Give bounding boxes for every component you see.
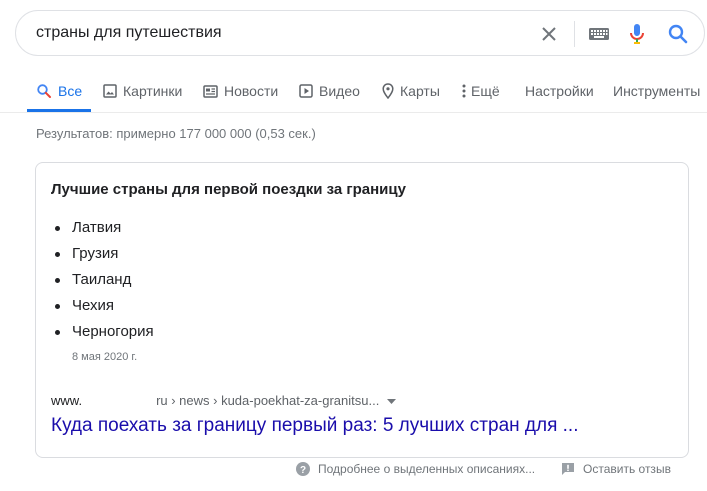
snippet-date: 8 мая 2020 г. xyxy=(72,351,138,363)
tab-more[interactable]: Ещё xyxy=(462,81,500,101)
result-url: www. ru › news › kuda-poekhat-za-granitsu… xyxy=(51,393,397,408)
feedback-icon xyxy=(562,463,574,475)
search-input[interactable]: страны для путешествия xyxy=(36,24,222,42)
result-link[interactable]: Куда поехать за границу первый раз: 5 лу… xyxy=(51,415,578,437)
news-icon xyxy=(203,84,218,98)
featured-snippet: Лучшие страны для первой поездки за гран… xyxy=(35,162,689,458)
search-icon[interactable] xyxy=(666,22,690,46)
help-icon: ? xyxy=(296,462,310,476)
list-item: Грузия xyxy=(51,241,154,267)
more-vert-icon xyxy=(462,84,466,98)
list-item: Чехия xyxy=(51,293,154,319)
feedback-label: Оставить отзыв xyxy=(583,462,671,476)
snippet-list: Латвия Грузия Таиланд Чехия Черногория xyxy=(51,215,154,345)
snippet-title: Лучшие страны для первой поездки за гран… xyxy=(51,181,406,198)
tab-label: Ещё xyxy=(471,83,500,99)
tab-label: Инструменты xyxy=(613,83,701,99)
list-item: Латвия xyxy=(51,215,154,241)
tab-news[interactable]: Новости xyxy=(203,81,278,101)
about-snippets-label: Подробнее о выделенных описаниях... xyxy=(318,462,536,476)
microphone-icon[interactable] xyxy=(625,22,649,46)
search-divider xyxy=(574,21,575,47)
video-icon xyxy=(299,84,313,98)
tab-label: Настройки xyxy=(525,83,594,99)
search-bar[interactable]: страны для путешествия xyxy=(15,10,705,56)
url-breadcrumb: ru › news › kuda-poekhat-za-granitsu... xyxy=(156,393,380,408)
svg-text:?: ? xyxy=(300,465,306,476)
feedback-link[interactable]: Оставить отзыв xyxy=(561,462,671,476)
map-pin-icon xyxy=(382,83,394,99)
image-icon xyxy=(103,84,117,98)
tab-maps[interactable]: Карты xyxy=(382,81,440,101)
result-stats: Результатов: примерно 177 000 000 (0,53 … xyxy=(36,126,316,141)
keyboard-icon[interactable] xyxy=(587,22,611,46)
tab-images[interactable]: Картинки xyxy=(103,81,182,101)
tab-video[interactable]: Видео xyxy=(299,81,360,101)
tab-all[interactable]: Все xyxy=(36,81,82,101)
url-prefix: www. xyxy=(51,393,83,408)
tabs-divider xyxy=(0,112,707,113)
clear-icon[interactable] xyxy=(537,22,561,46)
tab-tools[interactable]: Инструменты xyxy=(613,81,700,101)
list-item: Черногория xyxy=(51,319,154,345)
list-item: Таиланд xyxy=(51,267,154,293)
tab-label: Картинки xyxy=(123,83,183,99)
search-icon xyxy=(37,84,51,98)
tab-label: Карты xyxy=(400,83,440,99)
tab-label: Все xyxy=(58,83,83,99)
tab-label: Новости xyxy=(224,83,279,99)
chevron-down-icon[interactable] xyxy=(387,399,397,404)
tab-label: Видео xyxy=(319,83,360,99)
tab-settings[interactable]: Настройки xyxy=(525,81,594,101)
search-tabs: Все Картинки Новости Видео Карты Ещё Нас… xyxy=(0,70,707,112)
about-snippets[interactable]: ? Подробнее о выделенных описаниях... xyxy=(296,462,535,476)
